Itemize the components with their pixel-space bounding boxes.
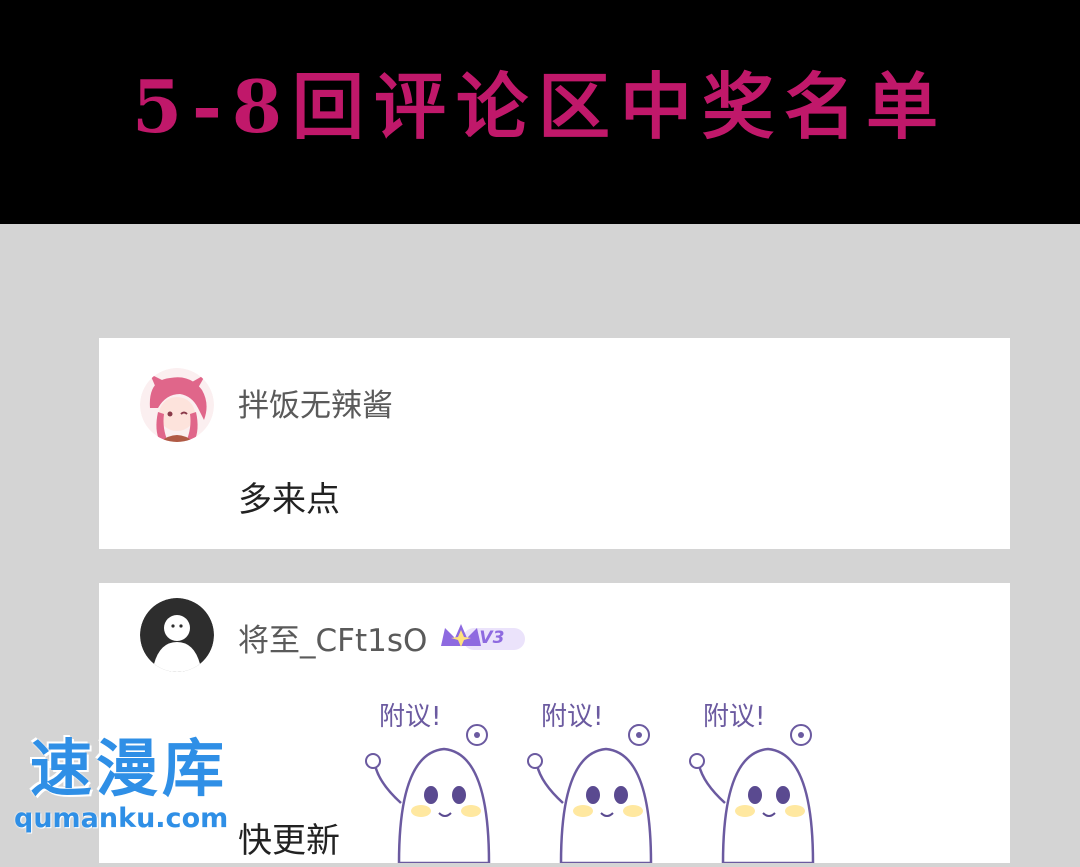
avatar[interactable]	[140, 598, 214, 672]
vip-badge: V3	[437, 621, 526, 655]
sticker[interactable]: 附议!	[359, 693, 517, 865]
watermark-brand: 速漫库	[30, 732, 229, 805]
comment-text: 快更新	[238, 821, 340, 861]
username[interactable]: 拌饭无辣酱	[238, 380, 393, 425]
vip-level: V3	[479, 627, 505, 648]
username[interactable]: 将至_CFt1sO V3	[238, 615, 526, 660]
comment-card: 将至_CFt1sO V3 附议! 附议! 附议! 快更新	[99, 583, 1010, 865]
sticker-caption: 附议!	[379, 702, 441, 732]
sticker-caption: 附议!	[541, 702, 603, 732]
comment-text: 多来点	[238, 480, 340, 520]
sticker-caption: 附议!	[703, 702, 765, 732]
username-text[interactable]: 拌饭无辣酱	[238, 380, 393, 425]
page-title: 5-8回评论区中奖名单	[131, 63, 949, 149]
sticker[interactable]: 附议!	[683, 693, 841, 865]
watermark-url: qumanku.com	[14, 803, 229, 834]
watermark: 速漫库 qumanku.com	[14, 734, 228, 834]
comment-card: 拌饭无辣酱 多来点	[99, 338, 1010, 549]
username-text[interactable]: 将至_CFt1sO	[238, 615, 427, 660]
sticker[interactable]: 附议!	[521, 693, 679, 865]
header-banner: 5-8回评论区中奖名单	[0, 0, 1080, 224]
sticker-group: 附议! 附议! 附议!	[359, 693, 841, 865]
avatar[interactable]	[140, 368, 214, 442]
